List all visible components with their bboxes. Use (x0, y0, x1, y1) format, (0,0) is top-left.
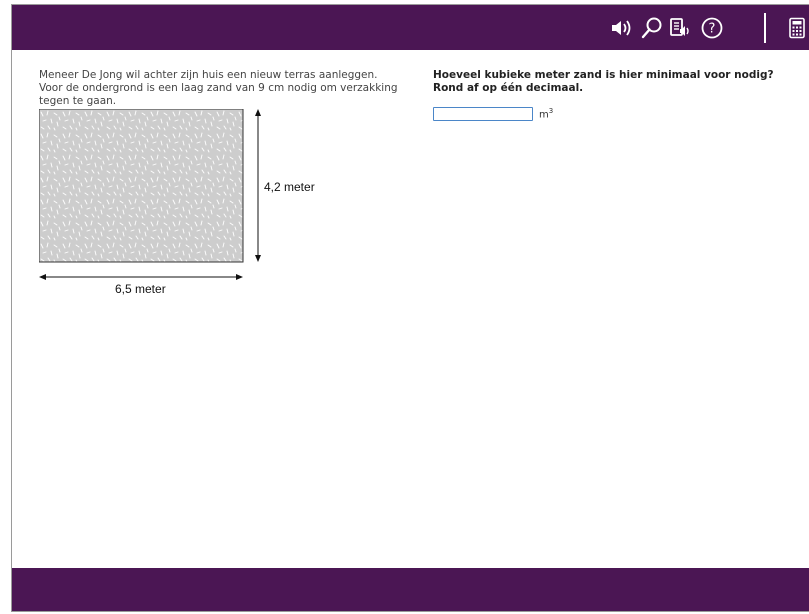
terrace-area (38, 108, 244, 263)
question-text: Hoeveel kubieke meter zand is hier minim… (433, 69, 793, 95)
question-line: Hoeveel kubieke meter zand is hier minim… (433, 69, 774, 81)
terrace-figure: 4,2 meter 6,5 meter (38, 108, 315, 303)
help-icon[interactable]: ? (699, 5, 725, 50)
height-arrow (255, 109, 261, 262)
height-label: 4,2 meter (264, 180, 315, 194)
speaker-icon[interactable] (608, 5, 634, 50)
top-toolbar: ? (12, 5, 809, 50)
rounding-instruction: Rond af op één decimaal. (433, 82, 584, 94)
read-aloud-icon[interactable] (667, 5, 695, 50)
magnifier-icon[interactable] (639, 5, 665, 50)
unit-label: m3 (539, 107, 553, 120)
svg-text:?: ? (709, 21, 716, 36)
calculator-icon[interactable] (785, 5, 809, 50)
width-arrow (39, 274, 243, 280)
terrace-diagram (38, 108, 261, 280)
unit-base: m (539, 109, 549, 121)
problem-text: Meneer De Jong wil achter zijn huis een … (39, 69, 398, 107)
bottom-navigation-bar (12, 568, 809, 611)
answer-input[interactable] (433, 107, 533, 121)
toolbar-divider (764, 13, 766, 43)
width-label: 6,5 meter (115, 282, 166, 296)
question-content: Meneer De Jong wil achter zijn huis een … (12, 50, 809, 568)
unit-exponent: 3 (548, 107, 554, 115)
